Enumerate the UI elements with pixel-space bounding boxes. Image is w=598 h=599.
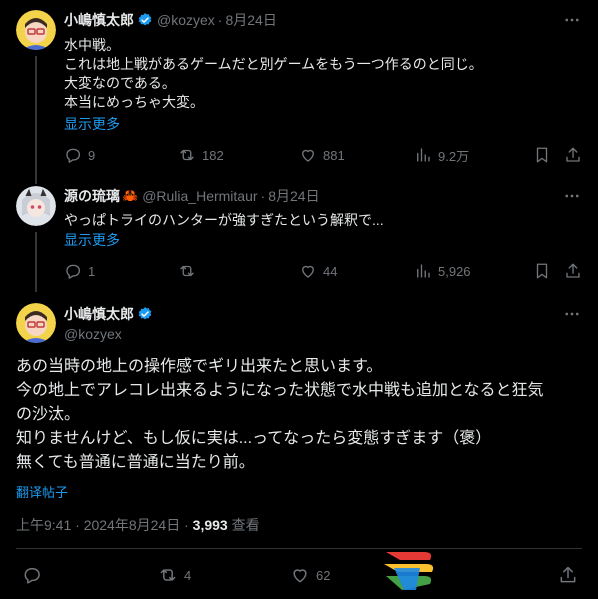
avatar[interactable] <box>16 186 56 226</box>
tweet-time[interactable]: 上午9:41 <box>16 517 71 533</box>
like-button[interactable]: 881 <box>299 145 345 165</box>
like-button[interactable]: 62 <box>290 565 330 585</box>
verified-icon <box>138 307 152 320</box>
tweet-meta: 上午9:41 · 2024年8月24日 · 3,993 查看 <box>16 517 260 533</box>
views-label: 查看 <box>231 517 260 533</box>
thread-line <box>35 232 37 292</box>
bookmark-button[interactable] <box>533 145 551 165</box>
share-button[interactable] <box>564 261 582 281</box>
repost-button[interactable]: 182 <box>178 145 224 165</box>
separator-dot: · <box>260 188 266 204</box>
share-icon <box>566 147 580 162</box>
thread-line <box>35 56 37 184</box>
share-icon <box>566 263 580 278</box>
avatar[interactable] <box>16 10 56 50</box>
reply-button[interactable] <box>22 565 42 585</box>
crab-emoji: 🦀 <box>122 188 139 203</box>
tweet-text: やっぱトライのハンターが強すぎたという解釈で... <box>64 212 384 228</box>
repost-icon <box>160 569 176 581</box>
tweet-full-date[interactable]: 2024年8月24日 <box>84 517 181 533</box>
reply-button[interactable]: 1 <box>64 261 95 281</box>
tweet-text: あの当時の地上の操作感でギリ出来たと思います。 今の地上でアレコレ出来るようにな… <box>16 358 544 471</box>
views-icon <box>417 264 430 278</box>
reply-icon <box>66 148 80 163</box>
repost-button[interactable]: 4 <box>158 565 191 585</box>
author-handle[interactable]: @kozyex <box>157 12 215 28</box>
show-more-link[interactable]: 显示更多 <box>64 230 120 250</box>
like-icon <box>293 569 307 583</box>
avatar[interactable] <box>16 303 56 343</box>
reply-button[interactable]: 9 <box>64 145 95 165</box>
author-name[interactable]: 源の琉璃 <box>64 186 120 206</box>
repost-button[interactable] <box>178 261 202 281</box>
more-icon[interactable] <box>562 186 582 206</box>
author-handle-row: @kozyex <box>64 324 122 344</box>
separator-dot: · <box>217 12 223 28</box>
more-icon[interactable] <box>562 10 582 30</box>
reply-icon <box>24 568 40 584</box>
share-button[interactable] <box>564 145 582 165</box>
bookmark-icon <box>536 147 548 163</box>
author-name[interactable]: 小嶋慎太郎 <box>64 10 134 30</box>
tweet-header: 源の琉璃 🦀 @Rulia_Hermitaur · 8月24日 <box>64 186 320 206</box>
share-button[interactable] <box>558 565 578 585</box>
author-name[interactable]: 小嶋慎太郎 <box>64 304 134 324</box>
views-icon <box>417 148 430 162</box>
translate-post-link[interactable]: 翻译帖子 <box>16 482 68 501</box>
share-icon <box>560 566 576 583</box>
author-handle[interactable]: @kozyex <box>64 326 122 342</box>
repost-icon <box>180 149 194 161</box>
divider <box>16 548 582 549</box>
views-button[interactable]: 5,926 <box>414 261 471 281</box>
tweet-header: 小嶋慎太郎 <box>64 304 157 324</box>
reply-icon <box>66 264 80 279</box>
tweet-text: 水中戦。 これは地上戦があるゲームだと別ゲームをもう一つ作るのと同じ。 大変なの… <box>64 37 483 110</box>
more-icon[interactable] <box>562 304 582 324</box>
like-icon <box>302 149 314 162</box>
show-more-link[interactable]: 显示更多 <box>64 114 120 134</box>
like-button[interactable]: 44 <box>299 261 337 281</box>
views-count: 3,993 <box>192 517 228 533</box>
watermark-logo <box>380 546 438 596</box>
tweet-date[interactable]: 8月24日 <box>225 10 276 30</box>
views-button[interactable]: 9.2万 <box>414 145 469 165</box>
bookmark-button[interactable] <box>533 261 551 281</box>
repost-icon <box>180 265 194 277</box>
tweet-date[interactable]: 8月24日 <box>268 186 319 206</box>
author-handle[interactable]: @Rulia_Hermitaur <box>142 188 257 204</box>
bookmark-icon <box>536 263 548 279</box>
tweet-header: 小嶋慎太郎 @kozyex · 8月24日 <box>64 10 277 30</box>
like-icon <box>302 265 314 278</box>
verified-icon <box>138 13 152 26</box>
